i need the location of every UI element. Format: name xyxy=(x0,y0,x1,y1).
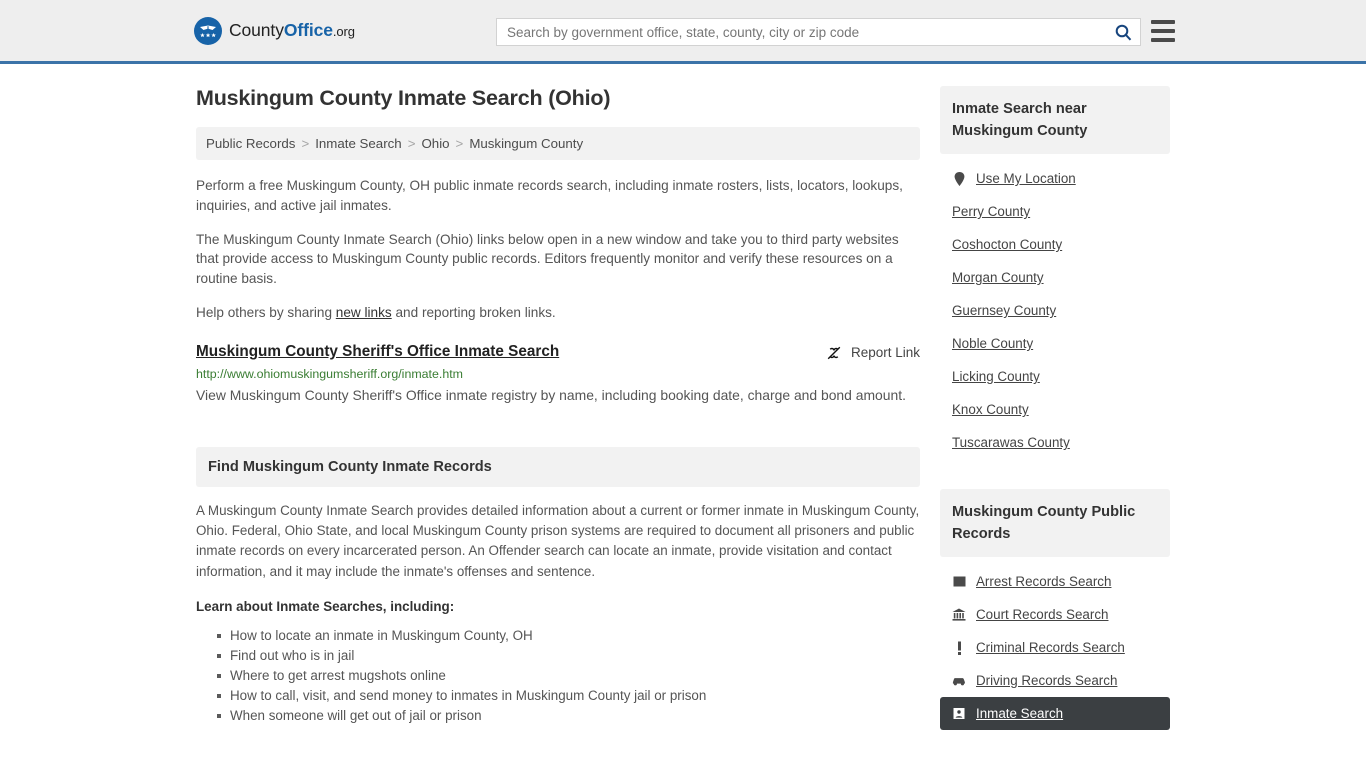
hamburger-bar xyxy=(1151,38,1175,42)
page-body: Muskingum County Inmate Search (Ohio) Pu… xyxy=(0,64,1366,736)
sidebar-item-use-my-location[interactable]: Use My Location xyxy=(940,162,1170,195)
search-bar[interactable] xyxy=(496,18,1141,46)
public-records-card-heading: Muskingum County Public Records xyxy=(940,489,1170,557)
sidebar-item-label[interactable]: Criminal Records Search xyxy=(976,640,1125,655)
search-input[interactable] xyxy=(497,24,1106,40)
report-link-button[interactable]: Report Link xyxy=(826,343,920,361)
breadcrumb-item-public-records[interactable]: Public Records xyxy=(206,136,295,151)
result-description: View Muskingum County Sheriff's Office i… xyxy=(196,386,906,403)
map-pin-icon xyxy=(952,171,966,186)
logo-text-county: County xyxy=(229,20,284,40)
fingerprint-card-icon xyxy=(952,575,966,589)
sidebar-item-criminal-records-search[interactable]: Criminal Records Search xyxy=(940,631,1170,664)
result-header-row: Muskingum County Sheriff's Office Inmate… xyxy=(196,343,920,361)
result-title-link[interactable]: Muskingum County Sheriff's Office Inmate… xyxy=(196,343,559,361)
sidebar-item-coshocton-county[interactable]: Coshocton County xyxy=(940,228,1170,261)
share-suffix: and reporting broken links. xyxy=(391,304,556,320)
sidebar-item-guernsey-county[interactable]: Guernsey County xyxy=(940,294,1170,327)
report-link-label: Report Link xyxy=(850,345,920,361)
breadcrumb-separator: > xyxy=(301,136,310,151)
sidebar-item-label[interactable]: Noble County xyxy=(952,336,1033,351)
section-heading: Find Muskingum County Inmate Records xyxy=(196,446,920,487)
breadcrumb-separator: > xyxy=(407,136,416,151)
eagle-crest-icon xyxy=(194,16,222,45)
sidebar-item-label[interactable]: Arrest Records Search xyxy=(976,574,1111,589)
list-item: How to locate an inmate in Muskingum Cou… xyxy=(217,626,920,646)
sidebar-item-licking-county[interactable]: Licking County xyxy=(940,360,1170,393)
hamburger-bar xyxy=(1151,29,1175,33)
exclamation-icon xyxy=(952,641,966,655)
breadcrumb: Public Records > Inmate Search > Ohio > Muskin… xyxy=(196,127,920,160)
nearby-inmate-search-card: Inmate Search near Muskingum County Use … xyxy=(940,86,1170,459)
sidebar-item-label[interactable]: Coshocton County xyxy=(952,237,1062,252)
sidebar-item-label[interactable]: Morgan County xyxy=(952,270,1044,285)
sidebar-item-arrest-records-search[interactable]: Arrest Records Search xyxy=(940,565,1170,598)
sidebar-item-court-records-search[interactable]: Court Records Search xyxy=(940,598,1170,631)
section-lead-in: Learn about Inmate Searches, including: xyxy=(196,598,455,614)
logo-text-office: Office xyxy=(283,20,333,40)
sidebar-item-tuscarawas-county[interactable]: Tuscarawas County xyxy=(940,426,1170,459)
sidebar-item-label[interactable]: Court Records Search xyxy=(976,607,1108,622)
list-item: How to call, visit, and send money to in… xyxy=(217,686,920,706)
site-logo[interactable]: CountyOffice.org xyxy=(194,16,355,45)
sidebar-item-driving-records-search[interactable]: Driving Records Search xyxy=(940,664,1170,697)
page-title: Muskingum County Inmate Search (Ohio) xyxy=(196,86,611,110)
site-header: CountyOffice.org xyxy=(0,0,1366,64)
sidebar-item-knox-county[interactable]: Knox County xyxy=(940,393,1170,426)
sidebar-item-label[interactable]: Guernsey County xyxy=(952,303,1056,318)
share-prefix: Help others by sharing xyxy=(196,304,336,320)
search-icon xyxy=(1115,24,1131,40)
sidebar: Inmate Search near Muskingum County Use … xyxy=(940,64,1170,736)
intro-paragraph-2: The Muskingum County Inmate Search (Ohio… xyxy=(196,231,899,287)
sidebar-item-label[interactable]: Licking County xyxy=(952,369,1040,384)
share-paragraph: Help others by sharing new links and rep… xyxy=(196,303,920,323)
breadcrumb-separator: > xyxy=(455,136,464,151)
list-item: When someone will get out of jail or pri… xyxy=(217,706,920,726)
inmate-card-icon xyxy=(952,707,966,721)
sidebar-item-noble-county[interactable]: Noble County xyxy=(940,327,1170,360)
courthouse-icon xyxy=(952,608,966,622)
sidebar-item-label[interactable]: Knox County xyxy=(952,402,1029,417)
logo-wordmark: CountyOffice.org xyxy=(229,20,355,41)
nearby-card-list: Use My Location Perry County Coshocton C… xyxy=(940,154,1170,459)
sidebar-item-label[interactable]: Tuscarawas County xyxy=(952,435,1070,450)
sidebar-item-inmate-search[interactable]: Inmate Search xyxy=(940,697,1170,730)
section-bullet-list: How to locate an inmate in Muskingum Cou… xyxy=(196,626,920,726)
nearby-card-heading: Inmate Search near Muskingum County xyxy=(940,86,1170,154)
sidebar-item-label[interactable]: Inmate Search xyxy=(976,706,1063,721)
sidebar-item-label[interactable]: Driving Records Search xyxy=(976,673,1117,688)
car-icon xyxy=(952,674,966,688)
list-item: Find out who is in jail xyxy=(217,646,920,666)
breadcrumb-item-inmate-search[interactable]: Inmate Search xyxy=(315,136,401,151)
breadcrumb-item-muskingum-county[interactable]: Muskingum County xyxy=(469,136,583,151)
broken-link-icon xyxy=(827,346,841,360)
main-content: Muskingum County Inmate Search (Ohio) Pu… xyxy=(196,64,920,736)
sidebar-item-label[interactable]: Perry County xyxy=(952,204,1030,219)
sidebar-item-perry-county[interactable]: Perry County xyxy=(940,195,1170,228)
public-records-card: Muskingum County Public Records Arrest R… xyxy=(940,489,1170,730)
breadcrumb-item-ohio[interactable]: Ohio xyxy=(421,136,449,151)
hamburger-menu-icon[interactable] xyxy=(1151,20,1175,42)
search-button[interactable] xyxy=(1106,19,1140,45)
result-url[interactable]: http://www.ohiomuskingumsheriff.org/inma… xyxy=(196,367,920,381)
result-item: Muskingum County Sheriff's Office Inmate… xyxy=(196,343,920,407)
sidebar-item-label[interactable]: Use My Location xyxy=(976,171,1076,186)
hamburger-bar xyxy=(1151,20,1175,24)
list-item: Where to get arrest mugshots online xyxy=(217,666,920,686)
public-records-card-list: Arrest Records Search Court Records Sear… xyxy=(940,557,1170,730)
sidebar-item-morgan-county[interactable]: Morgan County xyxy=(940,261,1170,294)
new-links-link[interactable]: new links xyxy=(336,305,392,320)
intro-paragraph-1: Perform a free Muskingum County, OH publ… xyxy=(196,178,903,213)
section-paragraph: A Muskingum County Inmate Search provide… xyxy=(196,502,920,579)
logo-text-org: .org xyxy=(332,24,355,39)
